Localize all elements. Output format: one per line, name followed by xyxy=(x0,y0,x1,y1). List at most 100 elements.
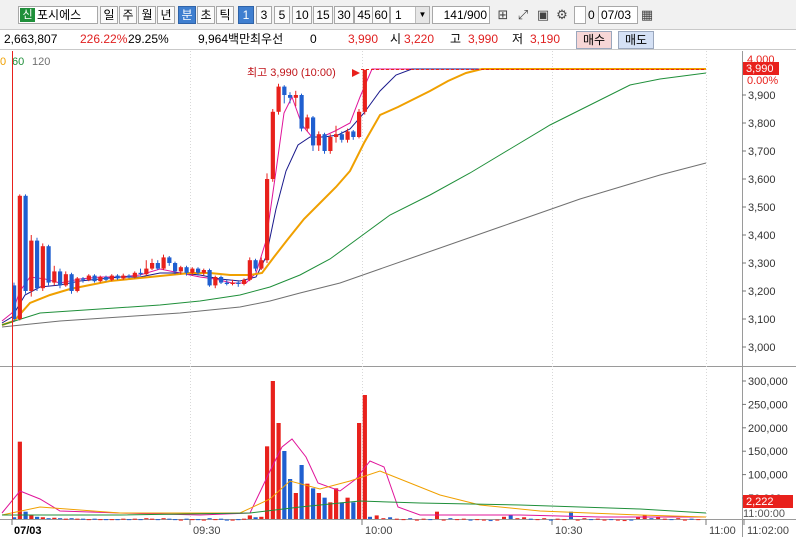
candle-body xyxy=(98,277,103,282)
volume-bar xyxy=(381,518,386,520)
volume-bar xyxy=(502,516,506,519)
interval-5[interactable]: 5 xyxy=(274,6,290,24)
candle-body xyxy=(86,275,91,280)
sell-order-button[interactable]: 매도 xyxy=(618,31,655,49)
volume-bar xyxy=(46,518,51,520)
calendar-icon[interactable]: ▦ xyxy=(638,6,656,24)
interval-30[interactable]: 30 xyxy=(334,6,354,24)
candle-body xyxy=(311,117,316,146)
interval-15[interactable]: 15 xyxy=(313,6,333,24)
volume-bar xyxy=(230,519,235,521)
tab-minute[interactable]: 분 xyxy=(178,6,196,24)
candle-body xyxy=(40,246,45,289)
candle-body xyxy=(178,267,183,272)
candle-body xyxy=(109,275,114,280)
candle-body xyxy=(29,240,34,291)
candle-body xyxy=(52,271,57,283)
trend-line-icon[interactable]: ⤢ xyxy=(514,6,532,24)
date-field[interactable]: 07/03 xyxy=(598,6,638,24)
checkbox[interactable] xyxy=(574,6,586,24)
data-count-field[interactable]: 141/900 xyxy=(432,6,490,24)
gear-icon[interactable]: ⚙ xyxy=(553,6,571,24)
candle-body xyxy=(265,179,270,261)
candle-body xyxy=(161,257,166,269)
candle-body xyxy=(92,275,97,282)
candle-body xyxy=(81,278,86,280)
volume-bar xyxy=(488,520,493,522)
volume-bar xyxy=(58,518,63,520)
volume-bar xyxy=(394,518,399,520)
candle-body xyxy=(17,195,22,319)
volume-bar xyxy=(515,518,520,520)
volume-bar xyxy=(555,518,560,520)
candle-body xyxy=(230,282,235,284)
volume-bar xyxy=(299,465,304,519)
interval-60[interactable]: 60 xyxy=(372,6,390,24)
candle-body xyxy=(345,131,350,140)
volume-bar xyxy=(562,519,567,521)
volume-bar xyxy=(35,516,40,519)
volume-tick-label: 100,000 xyxy=(748,470,788,482)
price-tick-label: 3,200 xyxy=(748,286,776,298)
volume-bar xyxy=(259,516,264,519)
candle-body xyxy=(127,275,132,277)
volume-bar xyxy=(288,479,293,519)
stock-market-tag: 신 xyxy=(20,8,35,22)
volume-bar xyxy=(132,518,137,520)
change-rate: 29.25% xyxy=(128,32,169,46)
tab-day[interactable]: 일 xyxy=(100,6,118,24)
candle-body xyxy=(104,277,109,280)
price-tick-label: 3,900 xyxy=(748,90,776,102)
volume-bar xyxy=(548,519,553,521)
price-chart[interactable]: 3,900 3,800 3,700 3,600 3,500 3,400 3,300 3,200… xyxy=(0,51,796,537)
volume-bar xyxy=(265,446,270,519)
volume-bar xyxy=(357,423,362,519)
volume-bar xyxy=(173,519,178,521)
save-icon[interactable]: ▣ xyxy=(534,6,552,24)
interval-1[interactable]: 1 xyxy=(238,6,254,24)
tab-week[interactable]: 주 xyxy=(119,6,137,24)
volume-bar xyxy=(305,483,310,519)
volume-bar xyxy=(40,517,45,519)
interval-select[interactable]: 1 ▼ xyxy=(390,6,430,24)
price-tick-label: 3,500 xyxy=(748,202,776,214)
tab-tick[interactable]: 틱 xyxy=(216,6,234,24)
candle-body xyxy=(270,111,275,179)
interval-10[interactable]: 10 xyxy=(292,6,312,24)
volume-current-tag-text: 2,222 xyxy=(746,496,774,508)
volume-panel xyxy=(0,367,742,520)
candle-body xyxy=(299,95,304,129)
volume-bar xyxy=(374,515,379,519)
volume-bar xyxy=(178,519,183,521)
volume-bar xyxy=(29,515,34,519)
high-annotation: 최고 3,990 (10:00) xyxy=(247,66,336,79)
volume-bar xyxy=(69,518,74,520)
price-tick-label: 3,600 xyxy=(748,174,776,186)
volume-bar xyxy=(542,518,547,520)
volume-bar xyxy=(401,519,406,521)
data-count-total: /900 xyxy=(463,8,487,22)
candle-body xyxy=(75,278,80,291)
volume-bar xyxy=(98,519,103,521)
x-tick-label: 11:00 xyxy=(709,525,736,537)
tab-month[interactable]: 월 xyxy=(138,6,156,24)
add-indicator-icon[interactable]: ⊞ xyxy=(494,6,512,24)
volume-bar xyxy=(421,518,426,520)
volume-bar xyxy=(190,519,195,521)
volume-bar xyxy=(242,518,247,520)
volume-bar xyxy=(155,519,160,521)
interval-3[interactable]: 3 xyxy=(256,6,272,24)
volume-bar xyxy=(602,519,607,521)
candle-body xyxy=(247,260,252,280)
buy-order-button[interactable]: 매수 xyxy=(576,31,613,49)
volume-bar xyxy=(86,519,91,521)
candle-body xyxy=(46,246,51,283)
stock-selector[interactable]: 신 포시에스 xyxy=(18,6,98,24)
candle-body xyxy=(293,95,298,98)
volume-bar xyxy=(528,518,533,520)
tab-year[interactable]: 년 xyxy=(157,6,175,24)
tab-second[interactable]: 초 xyxy=(197,6,215,24)
volume-bar xyxy=(689,518,694,520)
volume-bar xyxy=(368,516,372,519)
interval-45[interactable]: 45 xyxy=(354,6,374,24)
